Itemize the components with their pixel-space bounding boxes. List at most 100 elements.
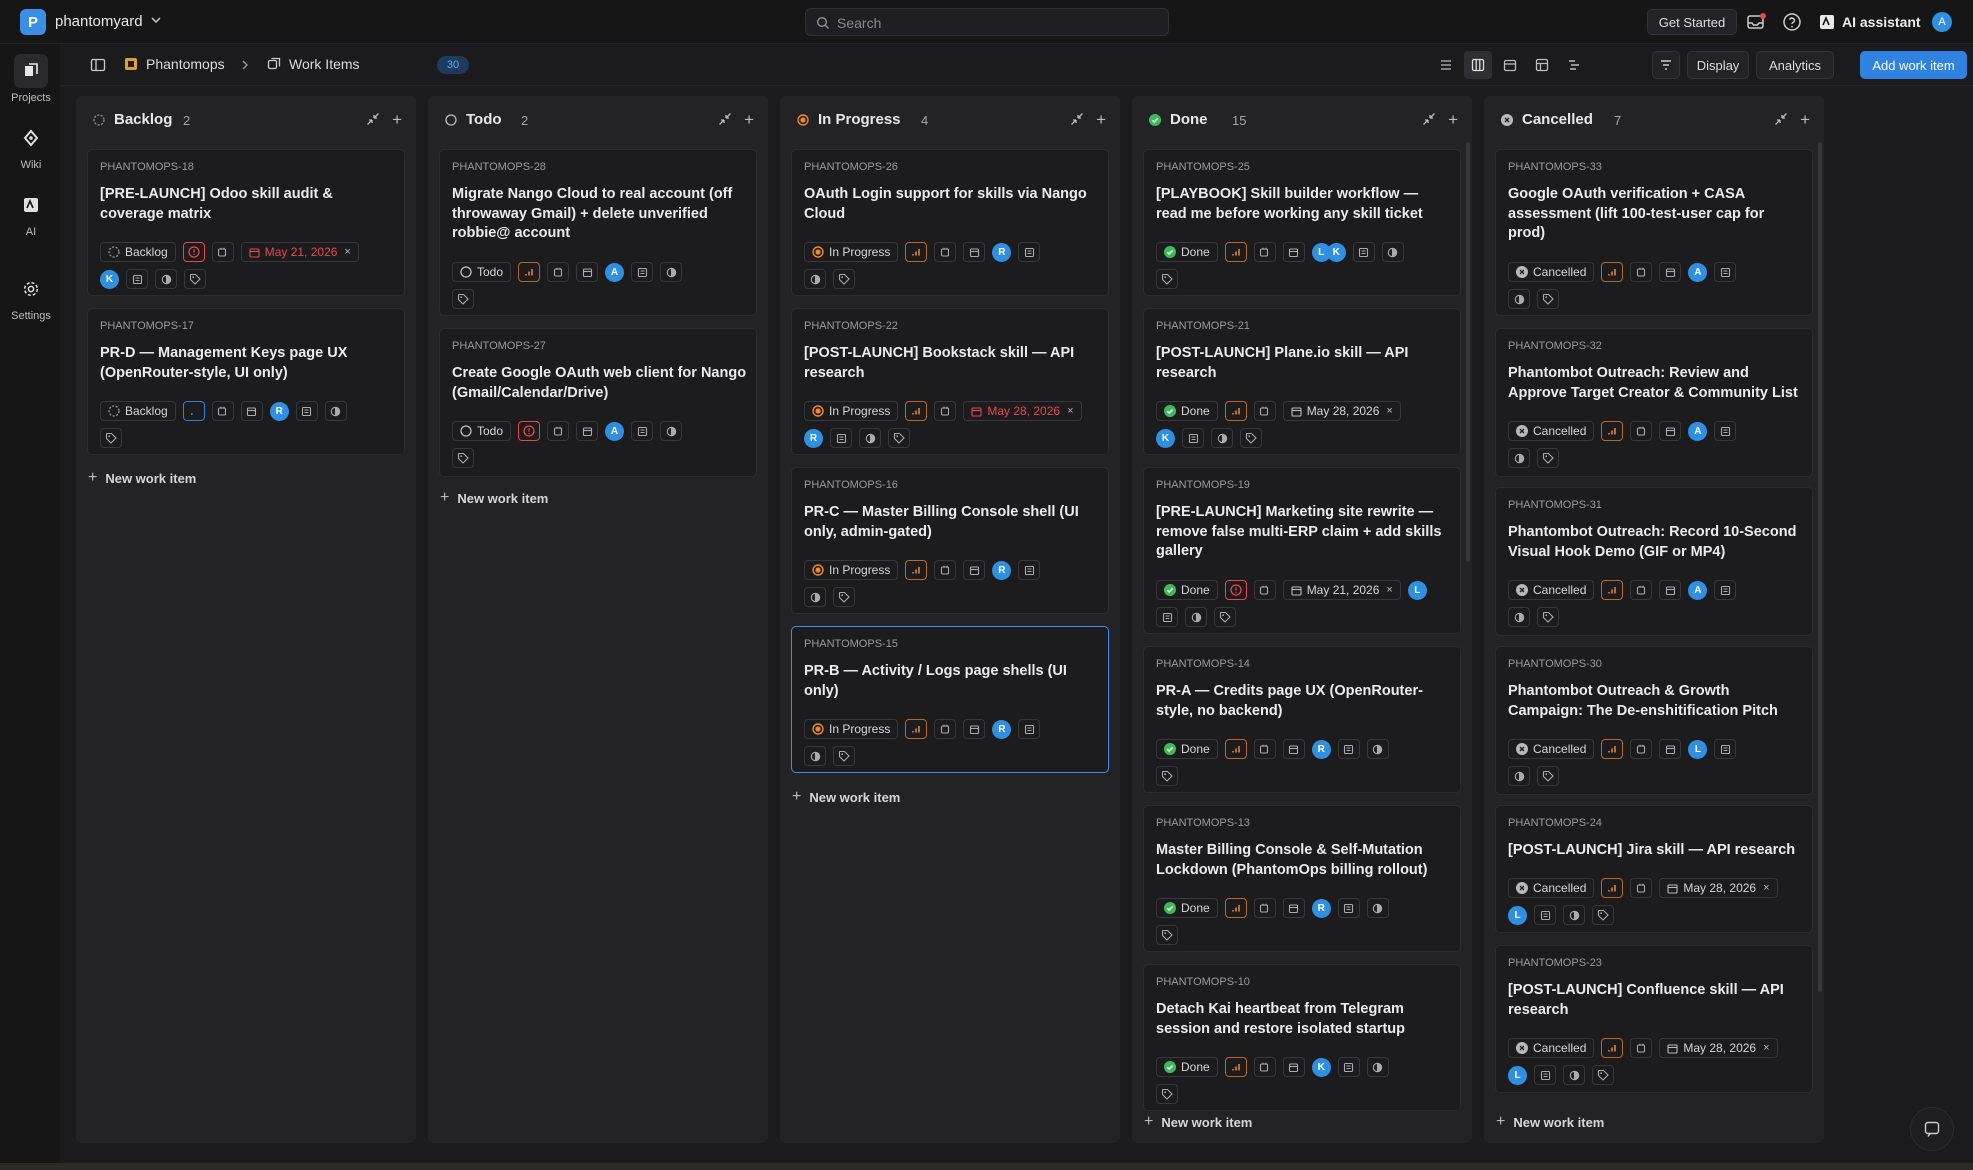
cycle-button[interactable] <box>934 719 957 739</box>
column-scrollbar[interactable] <box>1818 142 1822 992</box>
labels-button[interactable] <box>833 587 855 607</box>
estimate-button[interactable] <box>295 401 318 421</box>
priority-button[interactable] <box>1601 421 1624 441</box>
labels-button[interactable] <box>1537 289 1559 309</box>
link-button[interactable] <box>859 428 881 448</box>
state-dropdown[interactable]: In Progress <box>804 719 899 739</box>
link-button[interactable] <box>1563 1065 1585 1085</box>
module-button[interactable] <box>240 401 263 421</box>
priority-button[interactable] <box>1601 739 1624 759</box>
add-work-item-button[interactable]: Add work item <box>1860 51 1967 79</box>
gantt-layout-button[interactable] <box>1560 51 1588 79</box>
cycle-button[interactable] <box>1630 421 1653 441</box>
estimate-button[interactable] <box>1018 719 1041 739</box>
workspace-name[interactable]: phantomyard <box>55 13 143 30</box>
ai-assistant-button[interactable]: AI assistant <box>1818 10 1921 34</box>
estimate-button[interactable] <box>1714 580 1737 600</box>
priority-button[interactable] <box>905 401 928 421</box>
module-button[interactable] <box>1282 242 1305 262</box>
priority-button[interactable] <box>1601 262 1624 282</box>
assignees[interactable]: L <box>1508 1065 1527 1085</box>
work-item-title[interactable]: [PRE-LAUNCH] Odoo skill audit & coverage… <box>100 185 395 224</box>
estimate-button[interactable] <box>631 262 654 282</box>
state-dropdown[interactable]: In Progress <box>804 242 899 262</box>
due-date-pill[interactable]: May 28, 2026 × <box>1659 1038 1778 1058</box>
board-layout-button[interactable] <box>1464 51 1492 79</box>
module-button[interactable] <box>576 421 599 441</box>
clear-date-icon[interactable]: × <box>1067 405 1073 417</box>
module-button[interactable] <box>1282 898 1305 918</box>
priority-button[interactable] <box>1224 1057 1247 1077</box>
link-button[interactable] <box>1508 289 1530 309</box>
cycle-button[interactable] <box>934 242 957 262</box>
work-item-title[interactable]: OAuth Login support for skills via Nango… <box>804 185 1099 224</box>
cycle-button[interactable] <box>934 560 957 580</box>
labels-button[interactable] <box>184 269 206 289</box>
state-dropdown[interactable]: Todo <box>452 262 512 282</box>
priority-button[interactable] <box>1224 242 1247 262</box>
state-dropdown[interactable]: Cancelled <box>1508 262 1595 282</box>
module-button[interactable] <box>1659 421 1682 441</box>
due-date-pill[interactable]: May 28, 2026 × <box>1282 401 1401 421</box>
link-button[interactable] <box>1508 607 1530 627</box>
minimize-column-icon[interactable] <box>1070 112 1084 126</box>
link-button[interactable] <box>1185 607 1207 627</box>
state-dropdown[interactable]: Cancelled <box>1508 878 1595 898</box>
state-dropdown[interactable]: Done <box>1156 242 1218 262</box>
state-dropdown[interactable]: Done <box>1156 898 1218 918</box>
state-dropdown[interactable]: Cancelled <box>1508 1038 1595 1058</box>
calendar-layout-button[interactable] <box>1496 51 1524 79</box>
labels-button[interactable] <box>833 269 855 289</box>
state-dropdown[interactable]: Cancelled <box>1508 580 1595 600</box>
cycle-button[interactable] <box>1253 242 1276 262</box>
labels-button[interactable] <box>1592 1065 1614 1085</box>
estimate-button[interactable] <box>631 421 654 441</box>
cycle-button[interactable] <box>547 421 570 441</box>
new-work-item-button[interactable]: + New work item <box>88 469 196 487</box>
priority-button[interactable] <box>1601 580 1624 600</box>
labels-button[interactable] <box>452 448 474 468</box>
work-item-card[interactable]: PHANTOMOPS-21 [POST-LAUNCH] Plane.io ski… <box>1143 308 1461 455</box>
cycle-button[interactable] <box>211 401 234 421</box>
cycle-button[interactable] <box>1630 1038 1653 1058</box>
assignees[interactable]: R <box>992 560 1012 580</box>
work-item-title[interactable]: [POST-LAUNCH] Jira skill — API research <box>1508 841 1803 861</box>
cycle-button[interactable] <box>547 262 570 282</box>
cycle-button[interactable] <box>1630 262 1653 282</box>
estimate-button[interactable] <box>1534 1065 1556 1085</box>
link-button[interactable] <box>1366 739 1389 759</box>
due-date-pill[interactable]: May 28, 2026 × <box>1659 878 1778 898</box>
link-button[interactable] <box>1366 898 1389 918</box>
link-button[interactable] <box>660 421 683 441</box>
work-item-card[interactable]: PHANTOMOPS-32 Phantombot Outreach: Revie… <box>1495 328 1813 477</box>
work-item-card[interactable]: PHANTOMOPS-22 [POST-LAUNCH] Bookstack sk… <box>791 308 1109 455</box>
work-item-title[interactable]: Master Billing Console & Self-Mutation L… <box>1156 841 1451 880</box>
get-started-button[interactable]: Get Started <box>1647 9 1737 35</box>
estimate-button[interactable] <box>1534 905 1556 925</box>
labels-button[interactable] <box>833 746 855 766</box>
assignees[interactable]: K <box>1311 1057 1331 1077</box>
rail-item-settings[interactable]: Settings <box>0 272 62 322</box>
assignees[interactable]: A <box>1688 421 1708 441</box>
work-item-card[interactable]: PHANTOMOPS-15 PR-B — Activity / Logs pag… <box>791 626 1109 773</box>
breadcrumb-project[interactable]: Phantomops <box>124 56 225 72</box>
link-button[interactable] <box>1508 448 1530 468</box>
new-work-item-button[interactable]: + New work item <box>792 788 900 806</box>
assignees[interactable]: A <box>605 421 625 441</box>
module-button[interactable] <box>1659 262 1682 282</box>
state-dropdown[interactable]: In Progress <box>804 401 899 421</box>
priority-button[interactable] <box>1224 898 1247 918</box>
cycle-button[interactable] <box>1630 739 1653 759</box>
link-button[interactable] <box>804 269 826 289</box>
priority-button[interactable] <box>1601 1038 1624 1058</box>
rail-item-wiki[interactable]: Wiki <box>0 121 62 171</box>
work-item-card[interactable]: PHANTOMOPS-18 [PRE-LAUNCH] Odoo skill au… <box>87 149 405 296</box>
priority-button[interactable] <box>518 421 541 441</box>
labels-button[interactable] <box>1592 905 1614 925</box>
state-dropdown[interactable]: Done <box>1156 401 1218 421</box>
state-dropdown[interactable]: Backlog <box>100 401 176 421</box>
priority-button[interactable] <box>182 242 205 262</box>
work-item-title[interactable]: PR-C — Master Billing Console shell (UI … <box>804 503 1099 542</box>
assignees[interactable]: R <box>269 401 289 421</box>
link-button[interactable] <box>155 269 177 289</box>
